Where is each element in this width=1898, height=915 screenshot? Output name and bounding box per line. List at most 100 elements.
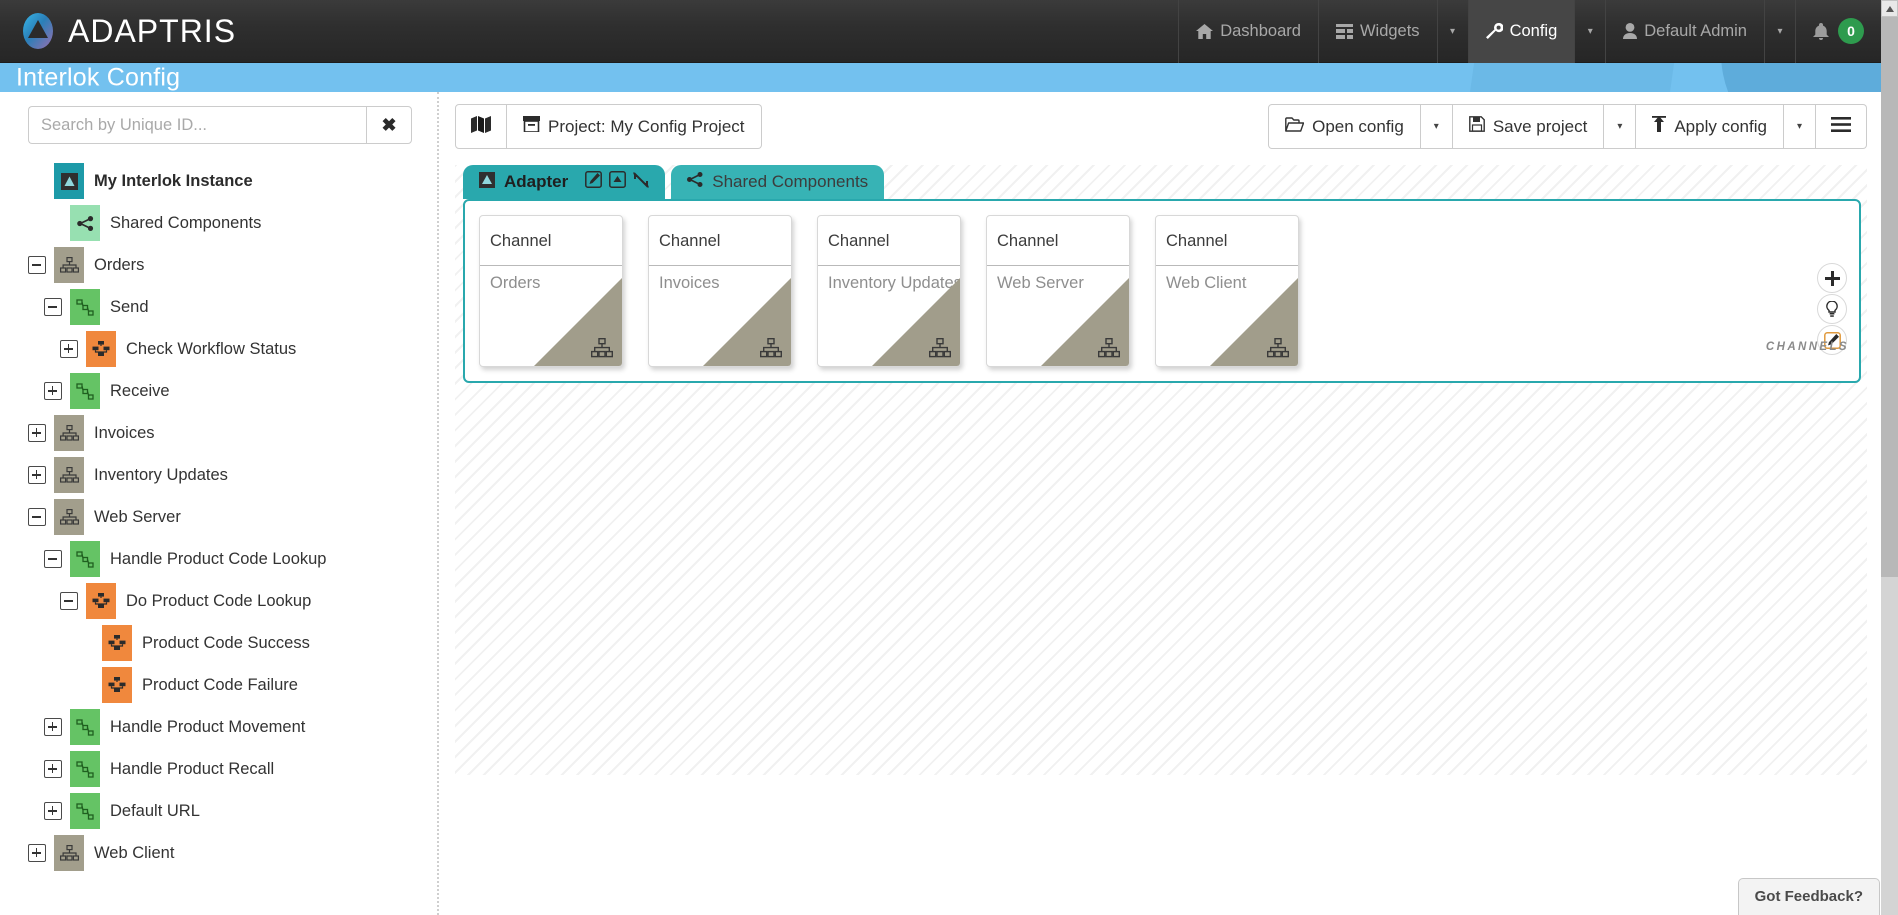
channel-cards: Channel Orders Channel Invoices Channel Inven… (479, 215, 1324, 367)
tree-collapse-icon[interactable] (28, 256, 46, 274)
tree-item-label: Default URL (110, 801, 200, 820)
channel-icon (54, 415, 84, 451)
tree-expand-icon[interactable] (28, 844, 46, 862)
tree-item-inventory-updates[interactable]: Inventory Updates (28, 454, 424, 496)
search-input[interactable] (28, 106, 366, 144)
tree-expand-icon[interactable] (28, 466, 46, 484)
tree-collapse-icon[interactable] (28, 508, 46, 526)
tree-expand-icon[interactable] (44, 382, 62, 400)
page-scrollbar[interactable] (1881, 0, 1898, 915)
channel-card[interactable]: Channel Web Client (1155, 215, 1299, 367)
tree-item-shared-components[interactable]: Shared Components (28, 202, 424, 244)
channels-section-label: CHANNELS (1765, 341, 1849, 353)
clear-x-icon: ✖ (381, 114, 397, 135)
tree-item-handle-product-movement[interactable]: Handle Product Movement (28, 706, 424, 748)
tree-item-receive[interactable]: Receive (28, 370, 424, 412)
adaptris-logo-icon (18, 11, 58, 51)
map-view-button[interactable] (455, 104, 507, 149)
tree-item-handle-product-code-lookup[interactable]: Handle Product Code Lookup (28, 538, 424, 580)
project-box-icon (523, 116, 540, 137)
folder-open-icon (1285, 116, 1305, 137)
tree-item-web-server[interactable]: Web Server (28, 496, 424, 538)
save-project-dropdown[interactable]: ▾ (1604, 104, 1637, 149)
nav-item-dashboard[interactable]: Dashboard (1178, 0, 1318, 63)
shrink-icon[interactable] (633, 171, 650, 193)
tree-collapse-icon[interactable] (60, 592, 78, 610)
project-name-button[interactable]: Project: My Config Project (507, 104, 762, 149)
channel-card[interactable]: Channel Web Server (986, 215, 1130, 367)
channel-icon (54, 457, 84, 493)
tree-toggle-spacer (28, 172, 46, 190)
channel-hierarchy-icon (590, 337, 614, 358)
tree-expand-icon[interactable] (28, 424, 46, 442)
add-channel-icon[interactable] (1817, 263, 1847, 293)
tree-item-invoices[interactable]: Invoices (28, 412, 424, 454)
project-button-group: Project: My Config Project (455, 104, 762, 149)
save-project-label: Save project (1492, 116, 1588, 136)
nav-item-user[interactable]: Default Admin (1605, 0, 1764, 63)
banner-decoration-1 (1721, 63, 1881, 92)
nav-caret-config[interactable]: ▾ (1574, 0, 1605, 63)
tree-item-label: Web Server (94, 507, 181, 526)
edit-adapter-icon[interactable] (585, 171, 603, 193)
tab-adapter[interactable]: Adapter (463, 165, 666, 199)
nav-item-widgets[interactable]: Widgets (1317, 0, 1437, 63)
top-nav-items: Dashboard Widgets ▾ Config ▾ Default Adm… (1178, 0, 1881, 63)
more-actions-menu-button[interactable] (1816, 104, 1867, 149)
channel-card-type: Channel (480, 216, 622, 266)
nav-caret-user[interactable]: ▾ (1764, 0, 1795, 63)
feedback-label: Got Feedback? (1754, 888, 1863, 905)
upload-arrow-icon (1652, 116, 1667, 137)
tree-item-label: Handle Product Movement (110, 717, 306, 736)
channel-card[interactable]: Channel Invoices (648, 215, 792, 367)
channel-hierarchy-icon (759, 337, 783, 358)
tree-expand-icon[interactable] (44, 760, 62, 778)
tree-item-label: Orders (94, 255, 145, 274)
nav-label: Dashboard (1220, 21, 1301, 40)
feedback-tab[interactable]: Got Feedback? (1737, 878, 1880, 915)
channel-card[interactable]: Channel Inventory Updates (817, 215, 961, 367)
tree-collapse-icon[interactable] (44, 550, 62, 568)
service-icon (102, 625, 132, 661)
tree-item-check-workflow-status[interactable]: Check Workflow Status (28, 328, 424, 370)
tab-adapter-label: Adapter (504, 172, 569, 191)
tree-item-send[interactable]: Send (28, 286, 424, 328)
tree-item-web-client[interactable]: Web Client (28, 832, 424, 874)
save-project-button[interactable]: Save project (1452, 104, 1605, 149)
apply-config-button[interactable]: Apply config (1636, 104, 1784, 149)
tab-shared-components[interactable]: Shared Components (671, 165, 885, 199)
apply-config-dropdown[interactable]: ▾ (1783, 104, 1816, 149)
nav-item-config[interactable]: Config (1467, 0, 1575, 63)
brand-logo[interactable]: ADAPTRIS (0, 0, 236, 62)
bell-icon (1813, 22, 1829, 40)
brand-name: ADAPTRIS (68, 12, 237, 49)
scrollbar-up-icon[interactable] (1881, 0, 1898, 17)
nav-caret-widgets[interactable]: ▾ (1436, 0, 1468, 63)
hint-bulb-icon[interactable] (1817, 294, 1847, 324)
service-icon (86, 583, 116, 619)
tree-item-do-product-code-lookup[interactable]: Do Product Code Lookup (28, 580, 424, 622)
hamburger-menu-icon (1831, 116, 1851, 137)
tree-item-orders[interactable]: Orders (28, 244, 424, 286)
tree-item-default-url[interactable]: Default URL (28, 790, 424, 832)
tree-expand-icon[interactable] (44, 718, 62, 736)
collapse-up-icon[interactable] (609, 171, 627, 193)
workflow-icon (70, 541, 100, 577)
nav-label: Widgets (1359, 21, 1420, 40)
tree-item-label: Product Code Failure (142, 675, 298, 694)
tree-expand-icon[interactable] (60, 340, 78, 358)
tree-item-product-code-success[interactable]: Product Code Success (28, 622, 424, 664)
search-clear-button[interactable]: ✖ (366, 106, 412, 144)
scrollbar-thumb[interactable] (1881, 17, 1898, 577)
tree-item-handle-product-recall[interactable]: Handle Product Recall (28, 748, 424, 790)
banner-decoration-2 (1466, 63, 1676, 92)
nav-item-notifications[interactable]: 0 (1795, 0, 1881, 63)
open-config-dropdown[interactable]: ▾ (1420, 104, 1453, 149)
tree-item-my-interlok-instance[interactable]: My Interlok Instance (28, 160, 424, 202)
tree-item-product-code-failure[interactable]: Product Code Failure (28, 664, 424, 706)
open-config-button[interactable]: Open config (1268, 104, 1421, 149)
content-area: Project: My Config Project Open config ▾ (441, 92, 1881, 915)
channel-card[interactable]: Channel Orders (479, 215, 623, 367)
tree-collapse-icon[interactable] (44, 298, 62, 316)
tree-expand-icon[interactable] (44, 802, 62, 820)
